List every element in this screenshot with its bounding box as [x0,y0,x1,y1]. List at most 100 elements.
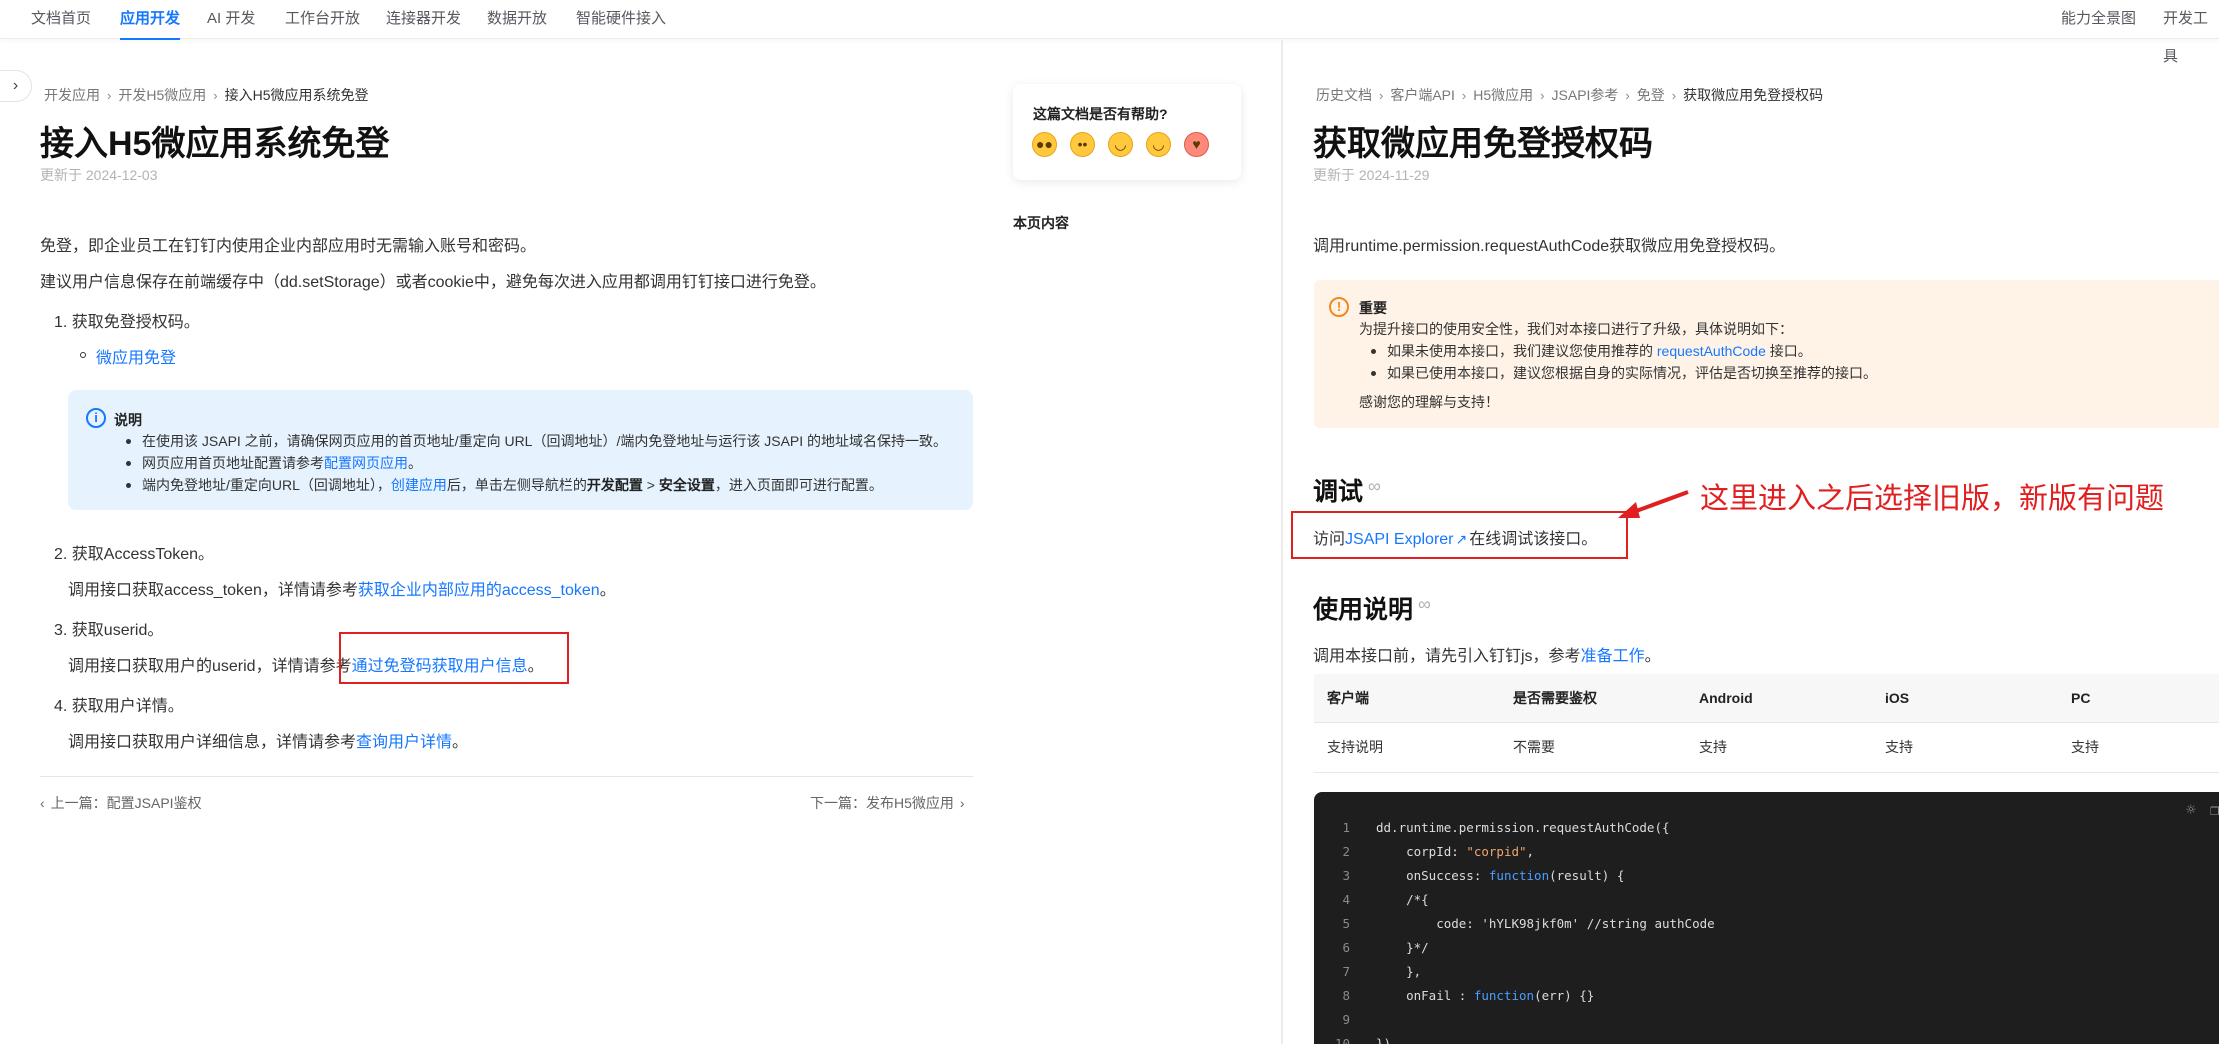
breadcrumb-current: 获取微应用免登授权码 [1683,87,1824,103]
chevron-right-icon: › [1540,88,1545,103]
feedback-widget: 这篇文档是否有帮助? ●● •• ◡ ◡ ♥ [1013,84,1241,180]
code-text: }, [1376,964,1422,979]
crying-face-icon[interactable]: ●● [1032,132,1057,157]
breadcrumb-item[interactable]: 开发应用 [44,85,100,105]
usage-text-prefix: 调用本接口前，请先引入钉钉js，参考 [1313,648,1581,665]
usage-text: 调用本接口前，请先引入钉钉js，参考准备工作。 [1313,642,1661,666]
heart-eyes-face-icon[interactable]: ♥ [1184,132,1209,157]
step-4-end: 。 [452,734,469,751]
nav-connector[interactable]: 连接器开发 [386,0,461,39]
annotation-text: 这里进入之后选择旧版，新版有问题 [1700,483,2165,515]
important-callout: ! 重要 为提升接口的使用安全性，我们对本接口进行了升级，具体说明如下： 如果未… [1314,280,2219,428]
link-get-access-token[interactable]: 获取企业内部应用的access_token [358,582,600,599]
breadcrumb-item[interactable]: 历史文档 [1316,85,1372,105]
line-number: 1 [1342,820,1350,835]
chevron-right-icon: › [12,77,19,94]
section-heading-usage: 使用说明 [1313,596,1414,624]
code-token: (err) {} [1534,988,1595,1003]
intro-text: 免登，即企业员工在钉钉内使用企业内部应用时无需输入账号和密码。 [40,238,537,255]
chevron-right-icon: › [1671,88,1677,103]
table-cell: 支持 [1686,722,1872,773]
note-item: 网页应用首页地址配置请参考配置网页应用。 [126,453,422,473]
annotation-arrow-icon [1618,490,1689,518]
copy-icon[interactable]: ❐ [2210,800,2219,819]
page-title: 获取微应用免登授权码 [1313,125,1653,163]
important-item-end: 接口。 [1765,343,1812,359]
chevron-right-icon: › [1625,88,1630,103]
code-text: code: 'hYLK98jkf0m' //string authCode [1376,916,1715,931]
nav-data-open[interactable]: 数据开放 [487,0,547,39]
breadcrumb-current: 接入H5微应用系统免登 [224,87,369,103]
step-4-desc: 调用接口获取用户详细信息，详情请参考 [68,734,357,751]
breadcrumb-item[interactable]: H5微应用 [1473,85,1533,105]
prev-page-link[interactable]: ‹ 上一篇：配置JSAPI鉴权 [40,793,202,813]
nav-app-dev[interactable]: 应用开发 [120,0,181,40]
table-header-cell: Android [1686,674,1872,723]
code-text: corpId: "corpid", [1376,840,1534,864]
link-anchor-icon[interactable]: ∞ [1368,476,1381,497]
code-token: , [1526,844,1535,859]
nav-ai-dev[interactable]: AI 开发 [207,0,255,39]
link-query-user-detail[interactable]: 查询用户详情 [356,734,452,751]
nav-capability-map[interactable]: 能力全景图 [2061,0,2136,39]
theme-toggle-icon[interactable]: ☼ [2186,800,2196,819]
chevron-right-icon: › [107,88,112,103]
link-create-app[interactable]: 创建应用 [391,477,447,493]
table-header-row: 客户端 是否需要鉴权 Android iOS PC [1314,674,2219,723]
divider [40,776,973,777]
code-text: }) [1376,1036,1392,1044]
chevron-right-icon: › [959,795,965,811]
nav-workbench[interactable]: 工作台开放 [285,0,360,39]
table-header-cell: iOS [1872,674,2058,723]
link-anchor-icon[interactable]: ∞ [1418,594,1431,615]
nav-hardware[interactable]: 智能硬件接入 [576,0,666,39]
step-2-label: 2. 获取AccessToken。 [54,546,215,563]
updated-date: 更新于 2024-12-03 [40,167,158,183]
breadcrumb-item[interactable]: 免登 [1637,85,1665,105]
link-config-webapp[interactable]: 配置网页应用 [324,455,408,471]
note-item-text: ，进入页面即可进行配置。 [714,477,883,493]
code-text: /*{ [1376,892,1429,907]
link-micro-app-login[interactable]: 微应用免登 [96,350,176,367]
important-title: 重要 [1359,300,1387,316]
code-token: onFail : [1376,988,1474,1003]
step-2-text: 调用接口获取access_token，详情请参考获取企业内部应用的access_… [68,576,616,600]
step-3-desc: 调用接口获取用户的userid，详情请参考 [68,658,352,675]
table-header-cell: 是否需要鉴权 [1500,674,1686,723]
note-item-text: 端内免登地址/重定向URL（回调地址）， [142,477,391,493]
note-item: 端内免登地址/重定向URL（回调地址），创建应用后，单击左侧导航栏的开发配置 >… [126,475,883,495]
pane-divider[interactable] [1281,40,1283,1044]
line-number: 8 [1342,988,1350,1003]
step-2-desc: 调用接口获取access_token，详情请参考 [68,582,358,599]
nav-dev-tools[interactable]: 开发工具 [2163,0,2219,65]
advice-text: 建议用户信息保存在前端缓存中（dd.setStorage）或者cookie中，避… [40,274,826,291]
table-cell: 支持说明 [1314,722,1500,773]
link-request-auth-code[interactable]: requestAuthCode [1657,343,1766,359]
important-item: 如果已使用本接口，建议您根据自身的实际情况，评估是否切换至推荐的接口。 [1371,365,1877,381]
line-number: 5 [1342,916,1350,931]
line-number: 4 [1342,892,1350,907]
table-cell: 支持 [1872,722,2058,773]
step-4-text: 调用接口获取用户详细信息，详情请参考查询用户详情。 [68,728,468,752]
chevron-right-icon: › [213,88,218,103]
usage-text-end: 。 [1644,648,1661,665]
sidebar-expand-button[interactable]: › [0,70,32,102]
warning-icon: ! [1329,297,1349,317]
breadcrumb-item[interactable]: JSAPI参考 [1552,85,1619,105]
grinning-face-icon[interactable]: ◡ [1146,132,1171,157]
nav-docs-home[interactable]: 文档首页 [31,0,91,39]
code-text: onSuccess: function(result) { [1376,864,1624,888]
chevron-left-icon: ‹ [40,795,45,811]
next-page-link[interactable]: 下一篇：发布H5微应用 › [810,793,965,813]
smile-face-icon[interactable]: ◡ [1108,132,1133,157]
disappointed-face-icon[interactable]: •• [1070,132,1095,157]
note-callout: i 说明 在使用该 JSAPI 之前，请确保网页应用的首页地址/重定向 URL（… [68,390,973,510]
note-bold-security: 安全设置 [658,477,715,493]
code-token: "corpid" [1466,844,1527,859]
table-header-cell: PC [2058,674,2219,723]
breadcrumb-item[interactable]: 客户端API [1390,85,1455,105]
important-item: 如果未使用本接口，我们建议您使用推荐的 requestAuthCode 接口。 [1371,341,1812,361]
breadcrumb-item[interactable]: 开发H5微应用 [118,85,206,105]
link-prepare-work[interactable]: 准备工作 [1581,648,1645,665]
important-thanks: 感谢您的理解与支持！ [1359,394,1499,410]
